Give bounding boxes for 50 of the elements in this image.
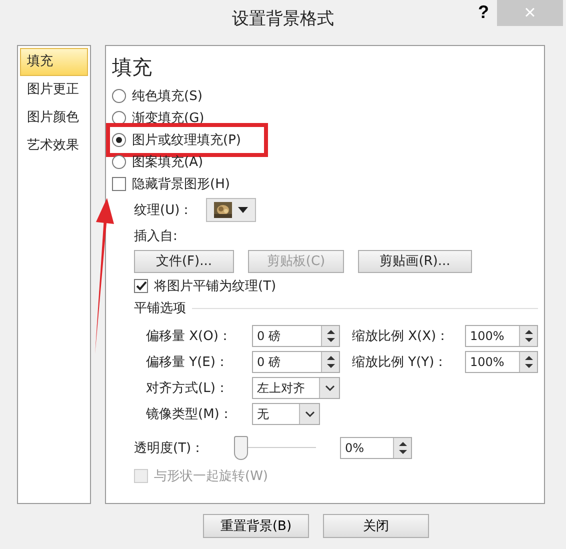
spinner-icon[interactable]	[321, 352, 339, 372]
dropdown-chevron-icon[interactable]	[319, 378, 339, 398]
category-item[interactable]: 填充	[20, 48, 88, 76]
field-label: 偏移量 X(O)：	[146, 328, 232, 345]
dropdown-arrow-icon	[238, 207, 248, 213]
field-label: 偏移量 Y(E)：	[146, 354, 230, 371]
insert-button[interactable]: 剪贴画(R)...	[358, 250, 472, 272]
mirror-select[interactable]: 无	[252, 403, 320, 425]
field-label: 缩放比例 X(X)：	[351, 328, 450, 345]
checkbox-label: 隐藏背景图形(H)	[132, 176, 230, 193]
field-label: 对齐方式(L)：	[146, 380, 230, 397]
alignment-select[interactable]: 左上对齐	[252, 377, 340, 399]
insert-button[interactable]: 文件(F)...	[134, 250, 234, 272]
help-button[interactable]: ?	[474, 2, 493, 23]
checkbox-label: 将图片平铺为纹理(T)	[154, 278, 276, 295]
spinner-icon[interactable]	[519, 352, 537, 372]
number-field[interactable]: 100%	[465, 325, 538, 347]
window-title: 设置背景格式	[232, 8, 334, 30]
checkbox[interactable]	[112, 177, 126, 191]
section-label: 插入自:	[134, 228, 178, 245]
texture-dropdown[interactable]	[206, 198, 256, 222]
field-label: 透明度(T)：	[134, 440, 206, 457]
number-field[interactable]: 100%	[465, 351, 538, 373]
checkbox[interactable]	[134, 279, 148, 293]
field-label: 缩放比例 Y(Y)：	[351, 354, 448, 371]
section-heading: 填充	[112, 54, 153, 81]
category-item[interactable]: 艺术效果	[20, 132, 88, 160]
radio-button[interactable]	[112, 89, 126, 103]
dialog-button[interactable]: 关闭	[323, 514, 429, 538]
field-label: 镜像类型(M)：	[146, 406, 234, 423]
number-field[interactable]: 0%	[340, 437, 412, 459]
radio-button[interactable]	[112, 155, 126, 169]
group-title: 平铺选项	[134, 300, 186, 317]
spinner-icon[interactable]	[321, 326, 339, 346]
dropdown-chevron-icon[interactable]	[299, 404, 319, 424]
checkbox-label: 与形状一起旋转(W)	[154, 468, 268, 485]
category-item[interactable]: 图片更正	[20, 76, 88, 104]
radio-button[interactable]	[112, 133, 126, 147]
dialog-button[interactable]: 重置背景(B)	[203, 514, 309, 538]
spinner-icon[interactable]	[519, 326, 537, 346]
spinner-icon[interactable]	[393, 438, 411, 458]
option-label: 图片或纹理填充(P)	[132, 132, 241, 149]
slider-thumb[interactable]	[234, 436, 248, 460]
number-field[interactable]: 0 磅	[252, 325, 340, 347]
texture-label: 纹理(U)：	[134, 202, 194, 219]
option-label: 纯色填充(S)	[132, 88, 202, 105]
option-label: 图案填充(A)	[132, 154, 204, 171]
number-field[interactable]: 0 磅	[252, 351, 340, 373]
category-item[interactable]: 图片颜色	[20, 104, 88, 132]
transparency-slider[interactable]	[234, 436, 316, 460]
